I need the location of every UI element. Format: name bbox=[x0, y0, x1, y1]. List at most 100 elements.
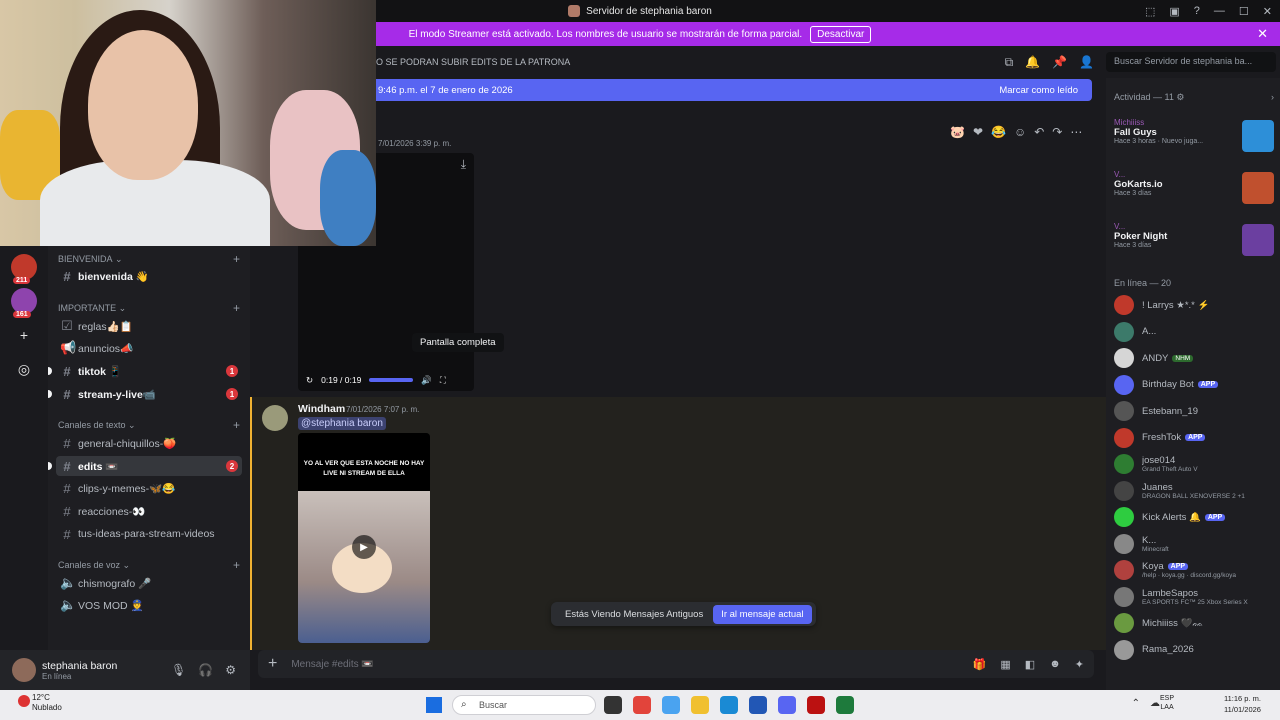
apps-icon[interactable]: ✦ bbox=[1075, 658, 1084, 671]
add-reaction-icon[interactable]: ☺ bbox=[1014, 125, 1026, 139]
avatar[interactable] bbox=[1114, 348, 1134, 368]
avatar[interactable] bbox=[1114, 295, 1134, 315]
avatar[interactable] bbox=[1114, 613, 1134, 633]
member-item[interactable]: A... bbox=[1114, 321, 1278, 343]
minimize-icon[interactable]: — bbox=[1214, 5, 1225, 17]
activity-card[interactable]: V... GoKarts.io Hace 3 días bbox=[1114, 170, 1274, 214]
search-input[interactable]: Buscar Servidor de stephania ba... bbox=[1106, 52, 1276, 72]
excel-icon[interactable] bbox=[836, 696, 854, 714]
add-channel-icon[interactable]: + bbox=[233, 301, 240, 315]
bell-icon[interactable]: 🔔 bbox=[1025, 55, 1040, 70]
avatar[interactable] bbox=[1114, 586, 1134, 607]
weather-icon[interactable] bbox=[18, 695, 30, 707]
member-item[interactable]: jose014 Grand Theft Auto V bbox=[1114, 453, 1278, 475]
headphones-icon[interactable]: 🎧 bbox=[198, 663, 213, 677]
help-icon[interactable]: ? bbox=[1194, 5, 1200, 17]
avatar[interactable] bbox=[12, 658, 36, 682]
avatar[interactable] bbox=[1114, 639, 1134, 660]
category-texto[interactable]: Canales de texto ⌄ + bbox=[58, 418, 240, 432]
voice-channel-vos-mod[interactable]: 🔈 VOS MOD 👮 bbox=[56, 595, 242, 615]
avatar[interactable] bbox=[1114, 560, 1134, 580]
chevron-right-icon[interactable]: › bbox=[1271, 92, 1274, 103]
member-item[interactable]: FreshTok APP bbox=[1114, 427, 1278, 449]
download-icon[interactable]: ⤓ bbox=[461, 157, 466, 172]
member-item[interactable]: Kick Alerts 🔔 APP bbox=[1114, 506, 1278, 528]
video-progress[interactable] bbox=[369, 378, 414, 382]
pin-icon[interactable]: 📌 bbox=[1052, 55, 1067, 70]
forward-icon[interactable]: ↷ bbox=[1052, 125, 1062, 139]
video-thumbnail[interactable]: YO AL VER QUE ESTA NOCHE NO HAY LIVE NI … bbox=[298, 433, 430, 643]
members-icon[interactable]: 👤 bbox=[1079, 55, 1094, 70]
weather-widget[interactable]: 12°C Nublado bbox=[32, 693, 62, 714]
category-importante[interactable]: IMPORTANTE ⌄ + bbox=[58, 301, 240, 315]
settings-gear-icon[interactable]: ⚙ bbox=[225, 663, 236, 677]
mark-read-button[interactable]: Marcar como leído bbox=[999, 85, 1078, 96]
avatar[interactable] bbox=[1114, 507, 1134, 527]
onedrive-icon[interactable]: ☁ bbox=[1150, 698, 1160, 709]
close-icon[interactable]: ✕ bbox=[1257, 26, 1268, 42]
member-item[interactable]: Rama_2026 bbox=[1114, 639, 1278, 661]
gift-icon[interactable]: 🎁 bbox=[973, 658, 987, 671]
server-button[interactable]: 211 bbox=[11, 254, 37, 284]
avatar[interactable] bbox=[1114, 427, 1134, 448]
avatar[interactable] bbox=[1114, 480, 1134, 501]
message-author[interactable]: Windham bbox=[298, 403, 345, 415]
category-bienvenida[interactable]: BIENVENIDA ⌄ + bbox=[58, 252, 240, 266]
add-channel-icon[interactable]: + bbox=[233, 558, 240, 572]
gif-icon[interactable]: ▦ bbox=[1000, 658, 1010, 671]
task-view-icon[interactable] bbox=[604, 696, 622, 714]
reaction-emoji-icon[interactable]: 🐷 bbox=[950, 125, 965, 139]
more-icon[interactable]: ⋯ bbox=[1070, 125, 1082, 139]
channel-stream[interactable]: # stream-y-live📹 1 bbox=[48, 384, 242, 404]
channel-clips[interactable]: # clips-y-memes-🦋😂 bbox=[56, 478, 242, 498]
channel-anuncios[interactable]: 📢 anuncios📣 bbox=[56, 338, 242, 358]
channel-reacciones[interactable]: # reacciones-👀 bbox=[56, 501, 242, 521]
new-messages-bar[interactable]: 9:46 p.m. el 7 de enero de 2026 Marcar c… bbox=[376, 79, 1092, 101]
avatar[interactable] bbox=[1114, 321, 1134, 342]
member-item[interactable]: ! Larrys ★*.* ⚡ bbox=[1114, 294, 1278, 316]
channel-tiktok[interactable]: # tiktok 📱 1 bbox=[48, 361, 242, 381]
channel-bienvenida[interactable]: # bienvenida 👋 bbox=[56, 266, 242, 286]
user-mention[interactable]: @stephania baron bbox=[298, 417, 386, 430]
taskbar-search[interactable]: ⌕ Buscar bbox=[452, 695, 596, 715]
deactivate-button[interactable]: Desactivar bbox=[810, 25, 872, 43]
avatar[interactable] bbox=[1114, 454, 1134, 474]
inbox-icon[interactable]: ⬚ bbox=[1145, 5, 1155, 18]
file-explorer-icon[interactable] bbox=[691, 696, 709, 714]
windows-start-icon[interactable] bbox=[426, 697, 442, 713]
avatar[interactable] bbox=[1114, 374, 1134, 395]
reply-icon[interactable]: ↶ bbox=[1034, 125, 1044, 139]
channel-reglas[interactable]: ☑ reglas👍🏻📋 bbox=[56, 316, 242, 336]
voice-channel-chismografo[interactable]: 🔈 chismografo 🎤 bbox=[56, 573, 242, 593]
chrome-icon[interactable] bbox=[633, 696, 651, 714]
heart-icon[interactable]: ❤ bbox=[973, 125, 983, 139]
copilot-icon[interactable] bbox=[662, 696, 680, 714]
member-item[interactable]: Birthday Bot APP bbox=[1114, 374, 1278, 396]
replay-icon[interactable]: ↻ bbox=[306, 375, 313, 386]
add-channel-icon[interactable]: + bbox=[233, 252, 240, 266]
message-input[interactable]: Mensaje #edits 📼 bbox=[291, 659, 374, 670]
member-item[interactable]: Estebann_19 bbox=[1114, 400, 1278, 422]
member-item[interactable]: Koya APP/help · koya.gg · discord.gg/koya bbox=[1114, 559, 1278, 581]
volume-icon[interactable]: 🔊 bbox=[421, 375, 432, 386]
microphone-icon[interactable]: 🎙 bbox=[171, 663, 186, 677]
server-button[interactable]: 161 bbox=[11, 288, 37, 318]
discord-icon[interactable] bbox=[778, 696, 796, 714]
sticker-icon[interactable]: ◧ bbox=[1025, 658, 1035, 671]
obs-icon[interactable] bbox=[807, 696, 825, 714]
emoji-icon[interactable]: 😂 bbox=[991, 125, 1006, 139]
avatar[interactable] bbox=[1114, 401, 1134, 421]
emoji-picker-icon[interactable]: ☻ bbox=[1049, 658, 1061, 671]
activity-card[interactable]: Michiiiss Fall Guys Hace 3 horas · Nuevo… bbox=[1114, 118, 1274, 162]
message-composer[interactable]: + Mensaje #edits 📼 🎁 ▦ ◧ ☻ ✦ bbox=[258, 650, 1094, 678]
member-item[interactable]: LambeSapos EA SPORTS FC™ 25 Xbox Series X bbox=[1114, 586, 1278, 608]
activity-card[interactable]: V... Poker Night Hace 3 días bbox=[1114, 222, 1274, 266]
jump-to-present-button[interactable]: Ir al mensaje actual bbox=[713, 604, 812, 624]
user-name[interactable]: stephania baron bbox=[42, 660, 117, 672]
add-channel-icon[interactable]: + bbox=[233, 418, 240, 432]
member-item[interactable]: Juanes DRAGON BALL XENOVERSE 2 +1 bbox=[1114, 480, 1278, 502]
store-icon[interactable] bbox=[749, 696, 767, 714]
edge-icon[interactable] bbox=[720, 696, 738, 714]
member-item[interactable]: Michiiiss 🖤ᨐ bbox=[1114, 612, 1278, 634]
close-window-icon[interactable]: ✕ bbox=[1263, 5, 1272, 18]
